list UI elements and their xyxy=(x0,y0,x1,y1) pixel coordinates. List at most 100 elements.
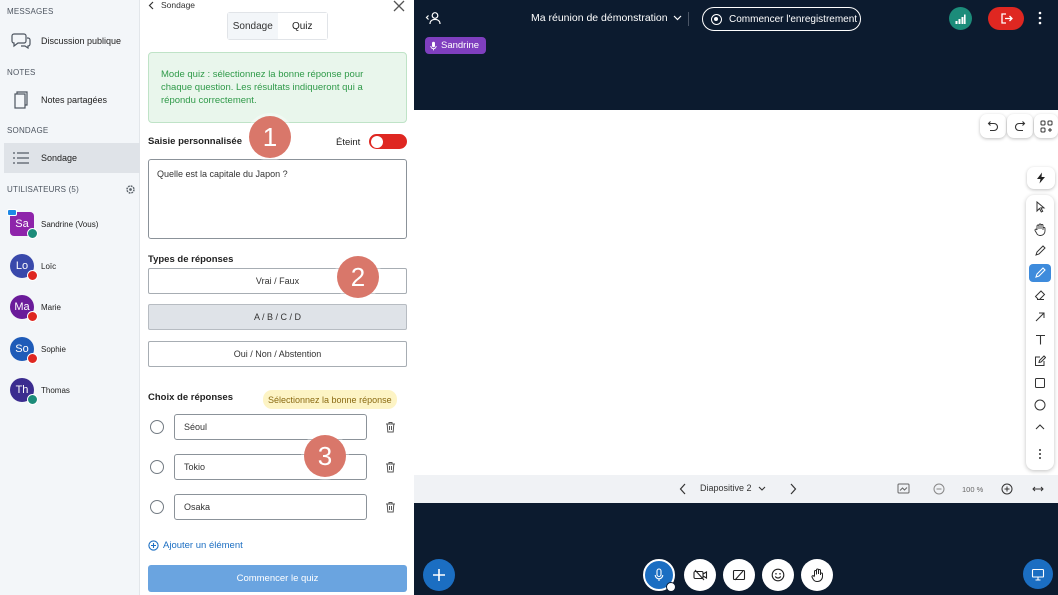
response-type-yes-no-abstain-button[interactable]: Oui / Non / Abstention xyxy=(148,341,407,367)
start-quiz-button[interactable]: Commencer le quiz xyxy=(148,565,407,592)
trash-icon[interactable] xyxy=(385,501,396,513)
users-settings-gear-icon[interactable] xyxy=(125,184,136,195)
undo-button[interactable] xyxy=(980,114,1006,138)
user-name: Sandrine (Vous) xyxy=(41,219,99,229)
meeting-top-bar: Ma réunion de démonstration Commencer l'… xyxy=(414,0,1058,110)
divider xyxy=(688,12,689,26)
hand-icon xyxy=(1034,223,1046,236)
toggle-user-list-icon[interactable] xyxy=(425,11,441,25)
chat-icon xyxy=(8,32,34,50)
question-textarea[interactable]: Quelle est la capitale du Japon ? xyxy=(148,159,407,239)
prev-slide-chevron-left-icon[interactable] xyxy=(679,483,686,495)
meeting-title-text: Ma réunion de démonstration xyxy=(531,12,668,24)
presentation-icon xyxy=(1031,568,1045,581)
sidebar-item-public-chat[interactable]: Discussion publique xyxy=(4,26,140,56)
redo-button[interactable] xyxy=(1007,114,1033,138)
answer-radio[interactable] xyxy=(150,460,164,474)
microphone-button[interactable] xyxy=(643,559,676,592)
zoom-in-icon[interactable] xyxy=(1001,483,1013,495)
avatar: Sa xyxy=(7,209,38,239)
zoom-out-icon[interactable] xyxy=(933,483,945,495)
poll-list-icon xyxy=(8,150,34,166)
choices-label: Choix de réponses xyxy=(148,392,233,403)
sidebar-item-poll[interactable]: Sondage xyxy=(4,143,140,173)
text-tool[interactable] xyxy=(1029,330,1051,348)
tab-poll[interactable]: Sondage xyxy=(228,13,278,39)
meeting-bottom-bar xyxy=(414,503,1058,595)
more-tools[interactable] xyxy=(1029,445,1051,463)
smart-tools-button[interactable] xyxy=(1027,167,1055,189)
reactions-button[interactable] xyxy=(762,559,794,591)
select-tool[interactable] xyxy=(1029,198,1051,216)
add-item-button[interactable]: Ajouter un élément xyxy=(148,540,243,551)
next-slide-chevron-right-icon[interactable] xyxy=(790,483,797,495)
highlighter-icon xyxy=(1034,267,1046,279)
answer-radio[interactable] xyxy=(150,500,164,514)
microphone-icon xyxy=(654,568,664,582)
text-icon xyxy=(1035,334,1046,345)
mic-options-chevron-icon[interactable] xyxy=(666,582,676,592)
add-item-label: Ajouter un élément xyxy=(163,540,243,551)
pencil-tool[interactable] xyxy=(1029,242,1051,260)
meeting-title[interactable]: Ma réunion de démonstration xyxy=(531,12,682,24)
mic-muted-icon xyxy=(27,270,38,281)
minimap-icon[interactable] xyxy=(897,483,910,494)
back-label: Sondage xyxy=(161,0,196,10)
trash-icon[interactable] xyxy=(385,461,396,473)
note-tool[interactable] xyxy=(1029,352,1051,370)
chevron-down-icon xyxy=(673,15,682,21)
app-root: MESSAGES Discussion publique NOTES Notes… xyxy=(0,0,1058,595)
pan-tool[interactable] xyxy=(1029,220,1051,238)
talking-user-name: Sandrine xyxy=(441,40,480,51)
answer-input[interactable]: Séoul xyxy=(174,414,367,440)
back-button[interactable]: Sondage xyxy=(148,0,195,10)
notes-icon xyxy=(8,90,34,110)
eraser-tool[interactable] xyxy=(1029,286,1051,304)
arrow-tool[interactable] xyxy=(1029,308,1051,326)
apps-button[interactable] xyxy=(1034,114,1058,138)
slide-selector[interactable]: Diapositive 2 xyxy=(700,483,766,493)
correct-answer-hint: Sélectionnez la bonne réponse xyxy=(263,390,397,409)
camera-button[interactable] xyxy=(684,559,716,591)
user-item-sandrine[interactable]: Sa Sandrine (Vous) xyxy=(7,209,99,239)
whiteboard-canvas[interactable] xyxy=(414,110,1058,475)
public-chat-label: Discussion publique xyxy=(41,36,122,46)
presentation-toggle-button[interactable] xyxy=(1023,559,1053,589)
avatar: Lo xyxy=(10,254,38,281)
plus-circle-icon xyxy=(148,540,159,551)
more-options-icon[interactable] xyxy=(1038,11,1042,25)
answer-radio[interactable] xyxy=(150,420,164,434)
raise-hand-button[interactable] xyxy=(801,559,833,591)
connection-status-button[interactable] xyxy=(949,7,972,30)
actions-plus-button[interactable] xyxy=(423,559,455,591)
start-recording-button[interactable]: Commencer l'enregistrement xyxy=(702,7,861,31)
collapse-tools[interactable] xyxy=(1029,418,1051,436)
ellipse-tool[interactable] xyxy=(1029,396,1051,414)
answer-input[interactable]: Osaka xyxy=(174,494,367,520)
tab-quiz[interactable]: Quiz xyxy=(277,13,327,39)
response-type-abcd-button[interactable]: A / B / C / D xyxy=(148,304,407,330)
eraser-icon xyxy=(1034,289,1046,301)
user-name: Loïc xyxy=(41,261,57,271)
rectangle-tool[interactable] xyxy=(1029,374,1051,392)
user-item-thomas[interactable]: Th Thomas xyxy=(10,378,70,405)
close-icon[interactable] xyxy=(393,0,405,12)
mic-muted-icon xyxy=(27,353,38,364)
fit-width-icon[interactable] xyxy=(1032,484,1044,494)
step-marker-1: 1 xyxy=(249,116,291,158)
mic-on-icon xyxy=(27,228,38,239)
user-item-marie[interactable]: Ma Marie xyxy=(10,295,61,322)
user-item-loic[interactable]: Lo Loïc xyxy=(10,254,57,281)
chevron-down-icon xyxy=(758,486,766,491)
sidebar-item-shared-notes[interactable]: Notes partagées xyxy=(4,85,140,115)
mic-icon xyxy=(430,41,437,51)
highlighter-tool[interactable] xyxy=(1029,264,1051,282)
user-item-sophie[interactable]: So Sophie xyxy=(10,337,66,364)
custom-input-toggle[interactable] xyxy=(369,134,407,149)
screenshare-button[interactable] xyxy=(723,559,755,591)
avatar-initials: Ma xyxy=(14,301,30,313)
step-marker-2: 2 xyxy=(337,256,379,298)
leave-meeting-button[interactable] xyxy=(988,7,1024,30)
smiley-icon xyxy=(771,568,785,582)
trash-icon[interactable] xyxy=(385,421,396,433)
